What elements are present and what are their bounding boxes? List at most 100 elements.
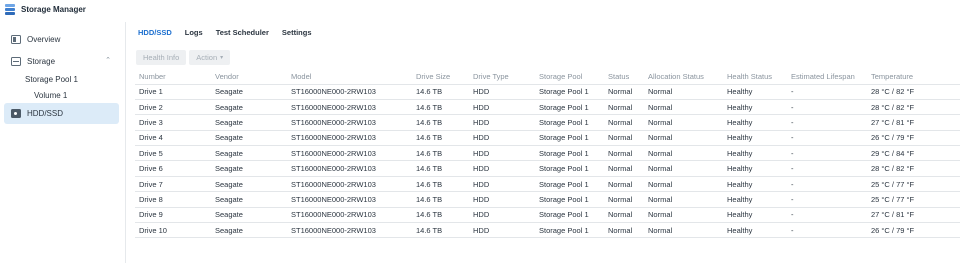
table-cell: 28 °C / 82 °F bbox=[867, 160, 960, 177]
sidebar-item-hdd-ssd[interactable]: HDD/SSD bbox=[4, 103, 119, 124]
table-cell: Normal bbox=[604, 206, 644, 223]
table-row[interactable]: Drive 7 Seagate ST16000NE000-2RW103 14.6 TB… bbox=[135, 175, 960, 192]
table-cell: Healthy bbox=[723, 206, 787, 223]
table-cell: Storage Pool 1 bbox=[535, 129, 604, 146]
table-row[interactable]: Drive 3 Seagate ST16000NE000-2RW103 14.6 TB… bbox=[135, 114, 960, 131]
table-cell: Seagate bbox=[211, 222, 287, 239]
table-cell: HDD bbox=[469, 191, 535, 208]
table-cell: Normal bbox=[644, 160, 723, 177]
table-body: Drive 1 Seagate ST16000NE000-2RW103 14.6 TB… bbox=[135, 83, 960, 239]
table-cell: ST16000NE000-2RW103 bbox=[287, 222, 412, 239]
table-cell: Healthy bbox=[723, 114, 787, 131]
table-cell: ST16000NE000-2RW103 bbox=[287, 83, 412, 100]
column-header[interactable]: Model bbox=[287, 69, 412, 84]
column-header[interactable]: Number bbox=[135, 69, 211, 84]
table-cell: Drive 4 bbox=[135, 129, 211, 146]
table-cell: Healthy bbox=[723, 129, 787, 146]
table-cell: Seagate bbox=[211, 98, 287, 115]
storage-icon bbox=[11, 56, 21, 66]
storage-manager-icon bbox=[4, 3, 16, 15]
table-cell: Normal bbox=[604, 114, 644, 131]
table-row[interactable]: Drive 6 Seagate ST16000NE000-2RW103 14.6 TB… bbox=[135, 160, 960, 177]
table-cell: - bbox=[787, 222, 867, 239]
table-cell: Storage Pool 1 bbox=[535, 145, 604, 161]
tab-hdd-ssd[interactable]: HDD/SSD bbox=[138, 28, 172, 40]
table-cell: 26 °C / 79 °F bbox=[867, 129, 960, 146]
health-info-button[interactable]: Health Info bbox=[136, 50, 187, 65]
table-cell: - bbox=[787, 145, 867, 161]
tab-test-scheduler[interactable]: Test Scheduler bbox=[216, 28, 269, 40]
table-cell: - bbox=[787, 160, 867, 177]
table-cell: 14.6 TB bbox=[412, 114, 469, 131]
table-cell: HDD bbox=[469, 222, 535, 239]
table-cell: 14.6 TB bbox=[412, 145, 469, 161]
chevron-up-icon[interactable]: ⌃ bbox=[105, 56, 111, 64]
table-cell: Normal bbox=[644, 175, 723, 192]
action-button[interactable]: Action ▾ bbox=[189, 50, 231, 65]
table-row[interactable]: Drive 5 Seagate ST16000NE000-2RW103 14.6 TB… bbox=[135, 145, 960, 161]
column-header[interactable]: Storage Pool bbox=[535, 69, 604, 84]
table-cell: - bbox=[787, 98, 867, 115]
tab-logs[interactable]: Logs bbox=[185, 28, 203, 40]
table-cell: Normal bbox=[644, 145, 723, 161]
table-cell: Healthy bbox=[723, 83, 787, 100]
column-header[interactable]: Health Status bbox=[723, 69, 787, 84]
table-cell: Drive 3 bbox=[135, 114, 211, 131]
table-cell: Normal bbox=[604, 222, 644, 239]
app-title: Storage Manager bbox=[21, 4, 86, 14]
table-row[interactable]: Drive 8 Seagate ST16000NE000-2RW103 14.6 TB… bbox=[135, 191, 960, 208]
sidebar-item-volume[interactable]: Volume 1 bbox=[34, 91, 67, 100]
table-row[interactable]: Drive 1 Seagate ST16000NE000-2RW103 14.6 TB… bbox=[135, 83, 960, 100]
table-row[interactable]: Drive 2 Seagate ST16000NE000-2RW103 14.6 TB… bbox=[135, 98, 960, 115]
table-cell: 25 °C / 77 °F bbox=[867, 175, 960, 192]
column-header[interactable]: Vendor bbox=[211, 69, 287, 84]
table-cell: 14.6 TB bbox=[412, 129, 469, 146]
table-cell: Normal bbox=[644, 98, 723, 115]
table-cell: Seagate bbox=[211, 175, 287, 192]
table-cell: Normal bbox=[644, 206, 723, 223]
table-row[interactable]: Drive 10 Seagate ST16000NE000-2RW103 14.6 T… bbox=[135, 222, 960, 239]
table-cell: Normal bbox=[644, 83, 723, 100]
table-cell: Storage Pool 1 bbox=[535, 191, 604, 208]
table-cell: Normal bbox=[604, 191, 644, 208]
table-cell: 14.6 TB bbox=[412, 191, 469, 208]
table-cell: ST16000NE000-2RW103 bbox=[287, 98, 412, 115]
table-cell: HDD bbox=[469, 98, 535, 115]
column-header[interactable]: Temperature bbox=[867, 69, 960, 84]
table-cell: ST16000NE000-2RW103 bbox=[287, 191, 412, 208]
table-cell: Healthy bbox=[723, 98, 787, 115]
table-cell: Seagate bbox=[211, 83, 287, 100]
column-header[interactable]: Estimated Lifespan bbox=[787, 69, 867, 84]
table-cell: ST16000NE000-2RW103 bbox=[287, 129, 412, 146]
sidebar-item-label: HDD/SSD bbox=[27, 109, 64, 118]
sidebar-item-storage-pool[interactable]: Storage Pool 1 bbox=[25, 75, 78, 84]
table-cell: Seagate bbox=[211, 206, 287, 223]
column-header[interactable]: Drive Type bbox=[469, 69, 535, 84]
table-cell: Seagate bbox=[211, 191, 287, 208]
table-cell: Storage Pool 1 bbox=[535, 206, 604, 223]
table-row[interactable]: Drive 4 Seagate ST16000NE000-2RW103 14.6 TB… bbox=[135, 129, 960, 146]
table-cell: Storage Pool 1 bbox=[535, 98, 604, 115]
table-cell: Drive 9 bbox=[135, 206, 211, 223]
column-header[interactable]: Allocation Status bbox=[644, 69, 723, 84]
table-cell: Normal bbox=[604, 83, 644, 100]
sidebar-item-overview[interactable]: Overview bbox=[4, 30, 119, 48]
table-cell: ST16000NE000-2RW103 bbox=[287, 160, 412, 177]
table-cell: Normal bbox=[604, 98, 644, 115]
table-row[interactable]: Drive 9 Seagate ST16000NE000-2RW103 14.6 TB… bbox=[135, 206, 960, 223]
table-cell: Storage Pool 1 bbox=[535, 160, 604, 177]
table-cell: Healthy bbox=[723, 160, 787, 177]
health-info-label: Health Info bbox=[143, 53, 180, 62]
column-header[interactable]: Drive Size bbox=[412, 69, 469, 84]
table-cell: 27 °C / 81 °F bbox=[867, 206, 960, 223]
table-cell: Drive 8 bbox=[135, 191, 211, 208]
tab-settings[interactable]: Settings bbox=[282, 28, 312, 40]
column-header[interactable]: Status bbox=[604, 69, 644, 84]
table-header-row: Number Vendor Model Drive Size Drive Type Sto… bbox=[135, 69, 960, 84]
sidebar-item-storage[interactable]: Storage ⌃ bbox=[4, 52, 119, 70]
table-cell: Normal bbox=[644, 129, 723, 146]
table-cell: ST16000NE000-2RW103 bbox=[287, 145, 412, 161]
tab-bar: HDD/SSD Logs Test Scheduler Settings bbox=[138, 28, 325, 40]
overview-icon bbox=[11, 34, 21, 44]
table-cell: HDD bbox=[469, 160, 535, 177]
